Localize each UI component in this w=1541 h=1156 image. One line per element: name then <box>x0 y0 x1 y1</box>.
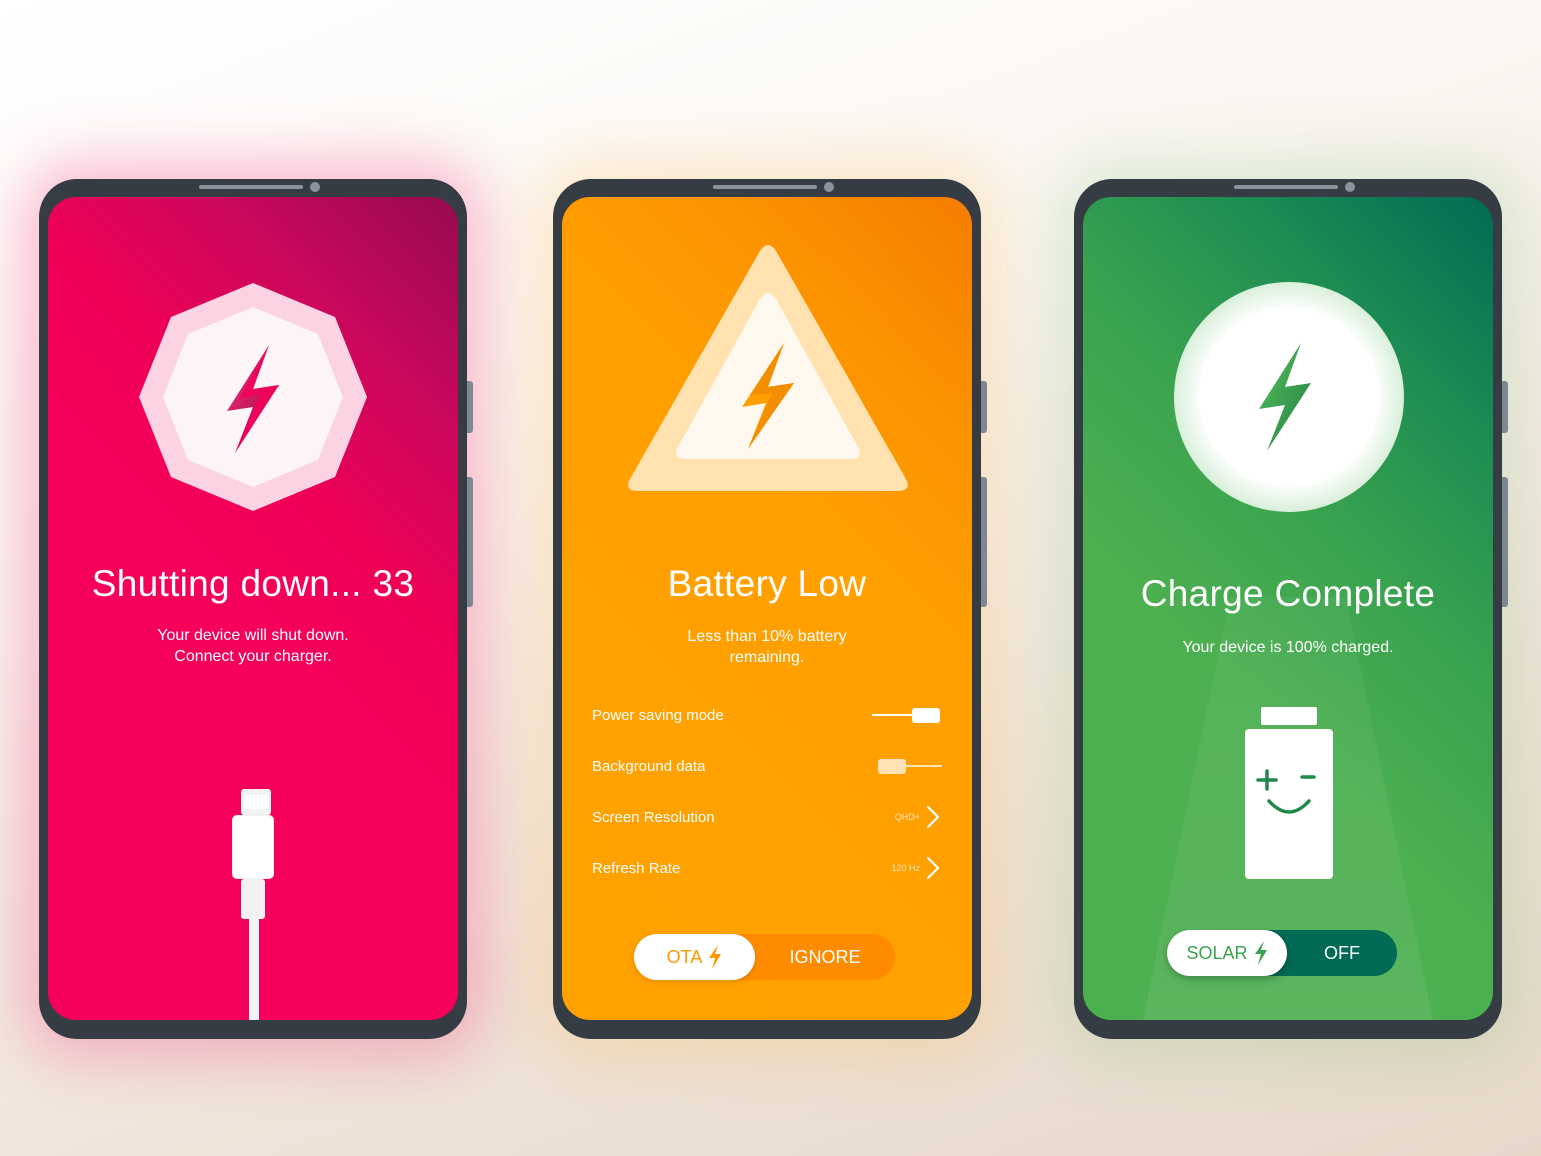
solar-label: SOLAR <box>1186 942 1248 963</box>
toggle-track <box>902 765 942 767</box>
power-saving-toggle[interactable] <box>872 705 942 725</box>
subtitle-line: Less than 10% battery <box>687 628 847 645</box>
screen: Charge Complete Your device is 100% char… <box>1083 197 1493 1020</box>
phone-charge-complete: Charge Complete Your device is 100% char… <box>1074 179 1508 1039</box>
volume-button <box>981 381 987 433</box>
ignore-button[interactable]: IGNORE <box>755 934 895 980</box>
setting-background-data[interactable]: Background data <box>592 751 942 781</box>
chevron-right-icon[interactable] <box>924 804 942 830</box>
subtitle-line: remaining. <box>729 649 805 666</box>
circle-bolt-icon <box>1174 282 1404 512</box>
power-button <box>981 477 987 607</box>
power-button <box>1502 477 1508 607</box>
solar-off-switch[interactable]: SOLAR OFF <box>1167 930 1397 976</box>
bolt-icon <box>1254 941 1267 965</box>
volume-button <box>467 381 473 433</box>
setting-label: Refresh Rate <box>592 859 681 877</box>
toggle-track <box>872 714 912 716</box>
ota-button[interactable]: OTA <box>634 934 755 980</box>
page-title: Battery Low <box>667 563 867 604</box>
octagon-bolt-icon <box>139 283 367 511</box>
off-button[interactable]: OFF <box>1287 930 1397 976</box>
page-title: Shutting down... 33 <box>91 563 415 604</box>
warning-bolt-icon <box>628 245 908 491</box>
chevron-right-icon[interactable] <box>924 855 942 881</box>
toggle-knob[interactable] <box>878 759 906 774</box>
page-subtitle: Your device is 100% charged. <box>1182 639 1394 656</box>
speaker-grille <box>713 185 817 189</box>
front-camera <box>824 182 834 192</box>
subtitle-line: Your device will shut down. <box>157 627 349 644</box>
battery-smiley-icon <box>1245 707 1333 879</box>
phone-battery-low: Battery Low Less than 10% battery remain… <box>553 179 987 1039</box>
front-camera <box>310 182 320 192</box>
phone-shutting-down: Shutting down... 33 Your device will shu… <box>39 179 473 1039</box>
bolt-icon <box>709 945 722 969</box>
power-button <box>467 477 473 607</box>
background-data-toggle[interactable] <box>872 756 942 776</box>
setting-label: Screen Resolution <box>592 808 715 826</box>
setting-label: Background data <box>592 757 706 775</box>
page-subtitle: Less than 10% battery remaining. <box>562 626 972 668</box>
setting-value: 120 Hz <box>891 863 920 873</box>
page-title: Charge Complete <box>1140 573 1436 614</box>
setting-screen-resolution[interactable]: Screen Resolution QHD+ <box>592 802 942 832</box>
setting-label: Power saving mode <box>592 706 724 724</box>
volume-button <box>1502 381 1508 433</box>
setting-refresh-rate[interactable]: Refresh Rate 120 Hz <box>592 853 942 883</box>
screen: Shutting down... 33 Your device will shu… <box>48 197 458 1020</box>
front-camera <box>1345 182 1355 192</box>
speaker-grille <box>1234 185 1338 189</box>
solar-button[interactable]: SOLAR <box>1167 930 1287 976</box>
ota-label: OTA <box>666 946 703 967</box>
toggle-knob[interactable] <box>912 708 940 723</box>
setting-power-saving[interactable]: Power saving mode <box>592 700 942 730</box>
usb-c-cable-icon <box>232 789 274 1020</box>
speaker-grille <box>199 185 303 189</box>
subtitle-line: Connect your charger. <box>174 648 332 665</box>
setting-value: QHD+ <box>894 812 920 822</box>
screen: Battery Low Less than 10% battery remain… <box>562 197 972 1020</box>
page-subtitle: Your device will shut down. Connect your… <box>48 625 458 667</box>
ota-ignore-switch[interactable]: OTA IGNORE <box>634 934 895 980</box>
